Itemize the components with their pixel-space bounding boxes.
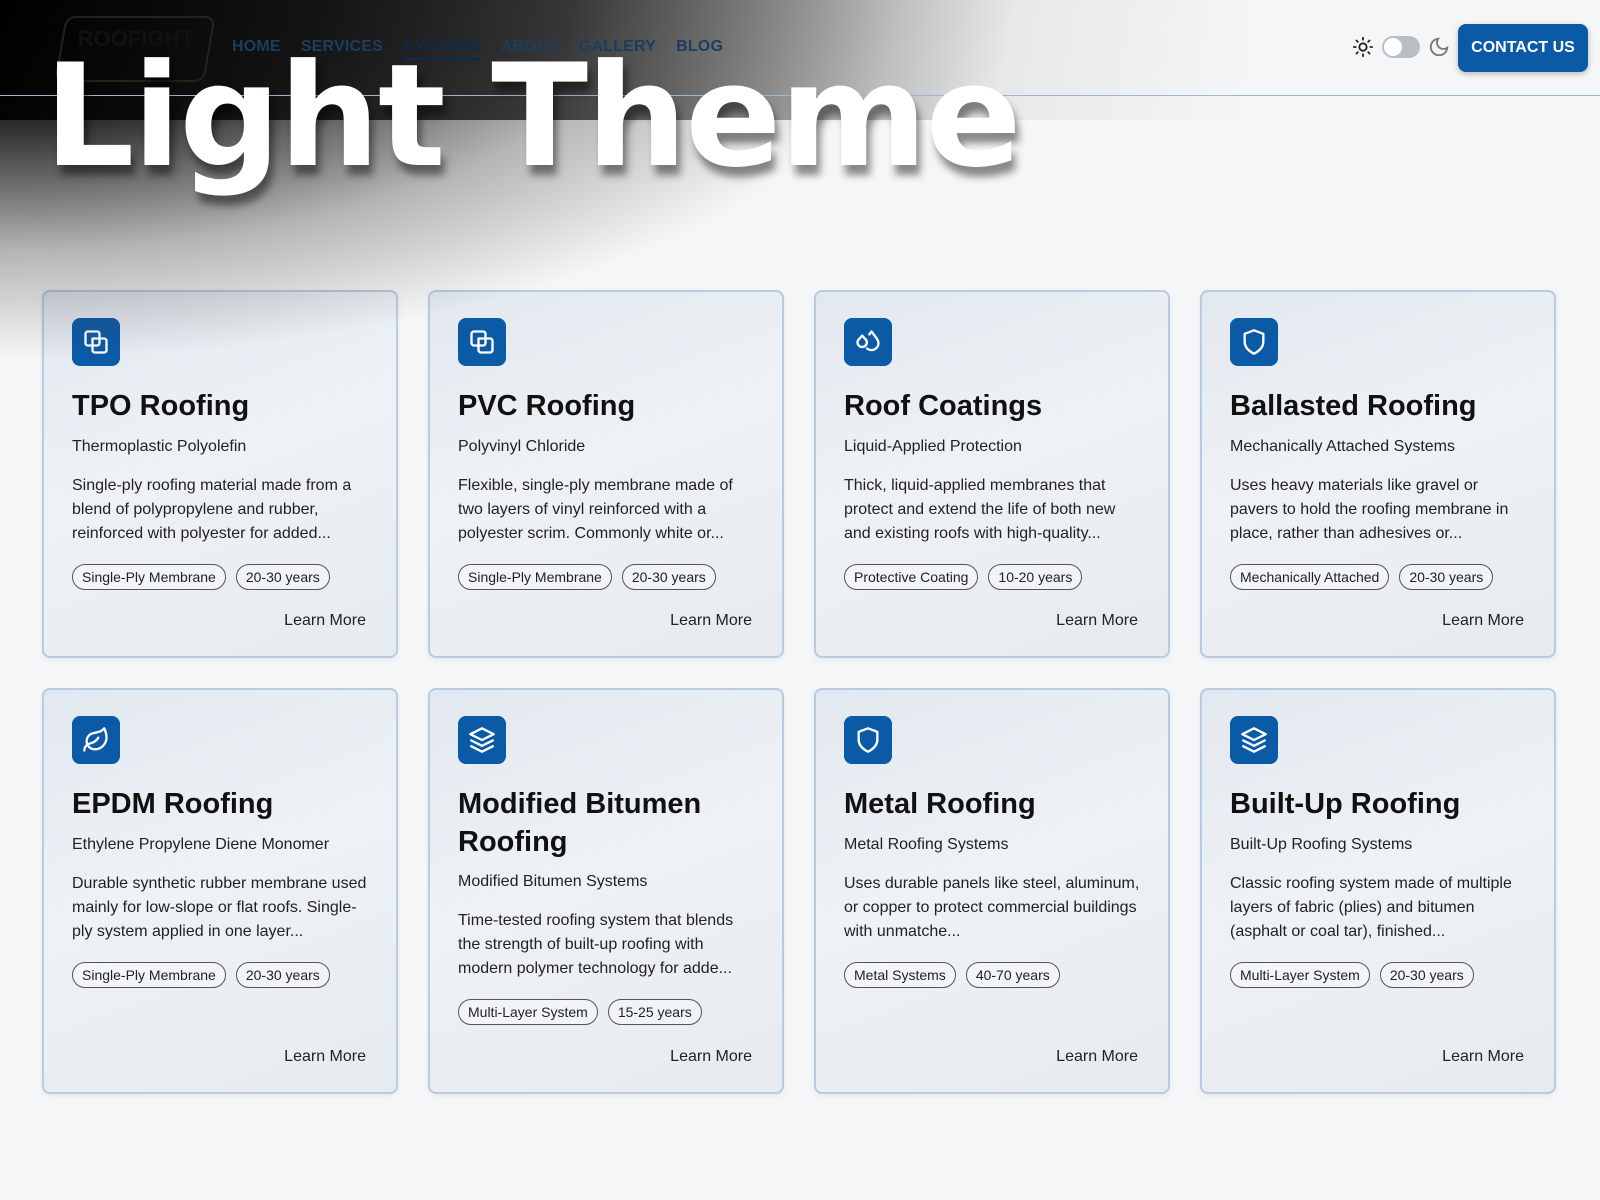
system-card[interactable]: Built-Up Roofing Built-Up Roofing Systems… — [1200, 688, 1556, 1094]
card-tags: Single-Ply Membrane 20-30 years — [72, 563, 368, 590]
shield-icon — [844, 716, 892, 764]
learn-more-button[interactable]: Learn More — [1442, 1048, 1524, 1066]
card-description: Uses durable panels like steel, aluminum… — [844, 874, 1140, 940]
card-title: TPO Roofing — [72, 390, 250, 422]
card-description: Uses heavy materials like gravel or pave… — [1230, 476, 1509, 542]
layers-icon — [1230, 716, 1278, 764]
droplets-icon — [844, 318, 892, 366]
system-type-tag: Multi-Layer System — [1230, 961, 1370, 988]
card-tags: Single-Ply Membrane 20-30 years — [458, 563, 754, 590]
system-type-tag: Single-Ply Membrane — [72, 961, 226, 988]
system-card[interactable]: TPO Roofing Thermoplastic Polyolefin Singl… — [42, 290, 398, 658]
theme-switch[interactable] — [1382, 36, 1420, 58]
learn-more-button[interactable]: Learn More — [284, 612, 366, 630]
card-subtitle: Modified Bitumen Systems — [458, 873, 648, 891]
lifespan-tag: 20-30 years — [621, 563, 716, 590]
lifespan-tag: 20-30 years — [1379, 961, 1474, 988]
systems-grid: TPO Roofing Thermoplastic Polyolefin Singl… — [42, 290, 1557, 1094]
contact-us-button[interactable]: CONTACT US — [1458, 24, 1588, 72]
card-tags: Multi-Layer System 20-30 years — [1230, 961, 1526, 988]
card-subtitle: Mechanically Attached Systems — [1230, 437, 1455, 455]
learn-more-button[interactable]: Learn More — [284, 1048, 366, 1066]
system-type-tag: Metal Systems — [844, 961, 956, 988]
card-title: EPDM Roofing — [72, 788, 274, 820]
card-description: Flexible, single-ply membrane made of tw… — [458, 476, 733, 542]
card-title: Roof Coatings — [844, 390, 1043, 422]
system-type-tag: Protective Coating — [844, 563, 979, 590]
card-tags: Metal Systems 40-70 years — [844, 961, 1140, 988]
system-card[interactable]: EPDM Roofing Ethylene Propylene Diene Mon… — [42, 688, 398, 1094]
learn-more-button[interactable]: Learn More — [670, 612, 752, 630]
card-tags: Mechanically Attached 20-30 years — [1230, 563, 1526, 590]
card-subtitle: Built-Up Roofing Systems — [1230, 835, 1413, 853]
card-tags: Multi-Layer System 15-25 years — [458, 999, 754, 1026]
card-title: Ballasted Roofing — [1230, 390, 1477, 422]
learn-more-button[interactable]: Learn More — [670, 1048, 752, 1066]
sun-icon — [1352, 36, 1374, 58]
card-subtitle: Polyvinyl Chloride — [458, 437, 586, 455]
card-description: Single-ply roofing material made from a … — [72, 476, 352, 542]
card-subtitle: Ethylene Propylene Diene Monomer — [72, 835, 330, 853]
card-title: Built-Up Roofing — [1230, 788, 1461, 820]
card-title: Metal Roofing — [844, 788, 1036, 820]
lifespan-tag: 10-20 years — [988, 563, 1083, 590]
card-subtitle: Thermoplastic Polyolefin — [72, 437, 247, 455]
card-subtitle: Liquid-Applied Protection — [844, 437, 1022, 455]
system-type-tag: Single-Ply Membrane — [458, 563, 612, 590]
system-card[interactable]: PVC Roofing Polyvinyl Chloride Flexible, s… — [428, 290, 784, 658]
system-type-tag: Multi-Layer System — [458, 999, 598, 1026]
lifespan-tag: 20-30 years — [235, 563, 330, 590]
leaf-icon — [72, 716, 120, 764]
layers-icon — [458, 716, 506, 764]
overlay-title: Light Theme — [44, 34, 1022, 199]
card-subtitle: Metal Roofing Systems — [844, 835, 1009, 853]
squares-icon — [458, 318, 506, 366]
system-card[interactable]: Modified Bitumen Roofing Modified Bitumen… — [428, 688, 784, 1094]
shield-icon — [1230, 318, 1278, 366]
system-card[interactable]: Metal Roofing Metal Roofing Systems Uses d… — [814, 688, 1170, 1094]
lifespan-tag: 40-70 years — [965, 961, 1060, 988]
squares-icon — [72, 318, 120, 366]
system-type-tag: Mechanically Attached — [1230, 563, 1390, 590]
theme-toggle[interactable] — [1352, 36, 1450, 58]
system-card[interactable]: Ballasted Roofing Mechanically Attached S… — [1200, 290, 1556, 658]
lifespan-tag: 15-25 years — [607, 999, 702, 1026]
system-type-tag: Single-Ply Membrane — [72, 563, 226, 590]
card-description: Thick, liquid-applied membranes that pro… — [844, 476, 1116, 542]
card-tags: Protective Coating 10-20 years — [844, 563, 1140, 590]
lifespan-tag: 20-30 years — [235, 961, 330, 988]
lifespan-tag: 20-30 years — [1399, 563, 1494, 590]
card-description: Classic roofing system made of multiple … — [1230, 874, 1512, 940]
card-title: PVC Roofing — [458, 390, 636, 422]
learn-more-button[interactable]: Learn More — [1056, 1048, 1138, 1066]
card-description: Durable synthetic rubber membrane used m… — [72, 874, 367, 940]
learn-more-button[interactable]: Learn More — [1056, 612, 1138, 630]
moon-icon — [1429, 37, 1449, 57]
learn-more-button[interactable]: Learn More — [1442, 612, 1524, 630]
card-title: Modified Bitumen Roofing — [458, 788, 702, 858]
system-card[interactable]: Roof Coatings Liquid-Applied Protection Th… — [814, 290, 1170, 658]
card-tags: Single-Ply Membrane 20-30 years — [72, 961, 368, 988]
card-description: Time-tested roofing system that blends t… — [458, 912, 734, 978]
